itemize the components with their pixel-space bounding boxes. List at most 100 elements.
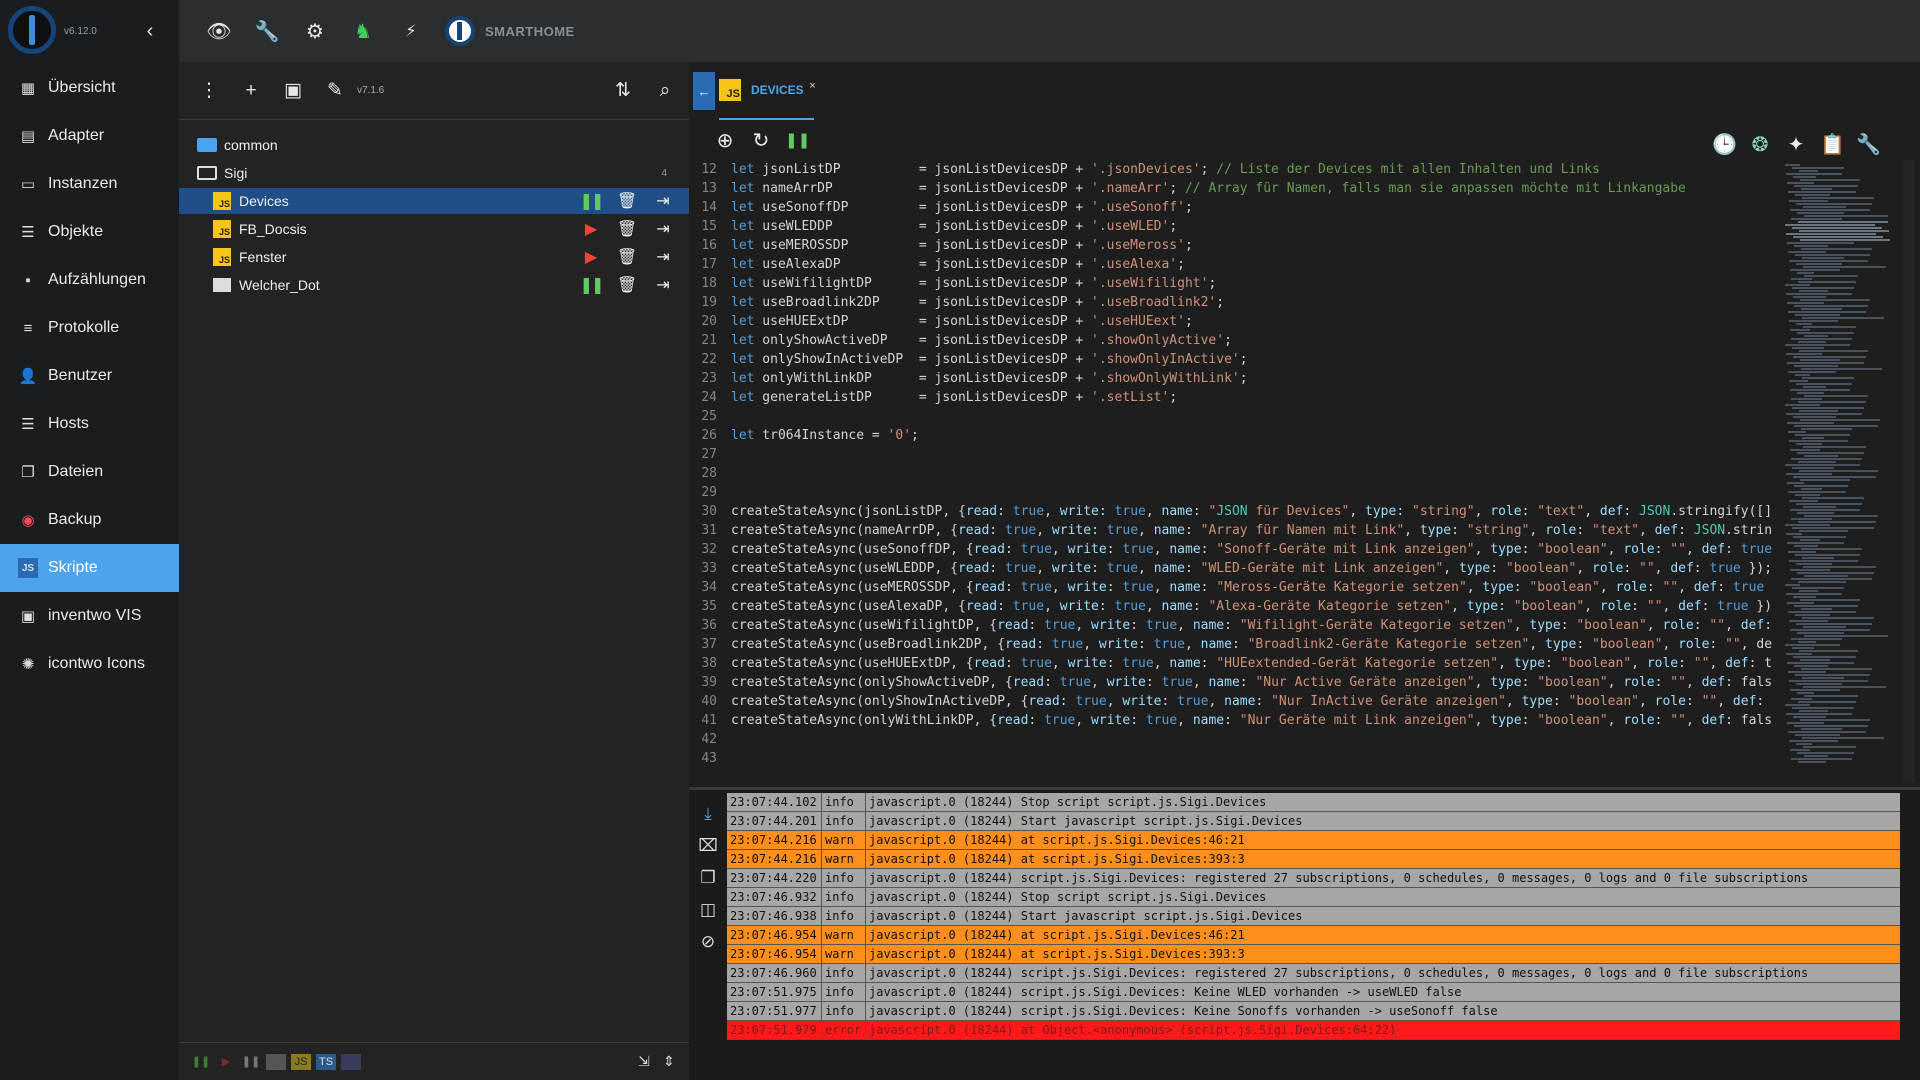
collapse-all-icon[interactable]: ⇲	[634, 1053, 654, 1070]
minimap-line	[1791, 578, 1872, 580]
folder-common[interactable]: common	[179, 132, 689, 158]
icons-icon: ✺	[21, 656, 35, 673]
script-item-fb_docsis[interactable]: JS FB_Docsis ▶ 🗑 ⇥	[179, 216, 689, 242]
sidebar-nav: ▦ Übersicht ▤ Adapter ▭ Instanzen ☰ Objekte ▪ Auf…	[0, 64, 179, 688]
clipboard-icon[interactable]: 📋	[1820, 132, 1845, 157]
delete-icon[interactable]: 🗑	[609, 219, 645, 239]
minimap-line	[1803, 266, 1886, 268]
export-icon[interactable]: ⇥	[645, 275, 681, 295]
line-number: 34	[701, 580, 717, 595]
play-icon[interactable]: ▶	[573, 219, 609, 239]
minimap-line	[1803, 386, 1826, 388]
scroll-down-icon[interactable]: ⤓	[689, 798, 727, 830]
sidebar-item-backup[interactable]: ◉ Backup	[0, 496, 179, 544]
search-icon[interactable]: ⌕	[653, 80, 677, 102]
filter-blockly-icon[interactable]	[266, 1053, 286, 1070]
wrench-icon[interactable]: 🔧	[253, 17, 281, 45]
code-line: 26 let tr064Instance = '0';	[689, 426, 1774, 445]
back-arrow-icon[interactable]: ←	[693, 72, 715, 110]
delete-icon[interactable]: 🗑	[609, 275, 645, 295]
expert-icon[interactable]: ⚡	[397, 17, 425, 45]
log-row: 23:07:44.220 info javascript.0 (18244) scr…	[727, 868, 1900, 888]
filter-rules-icon[interactable]	[341, 1053, 361, 1070]
folder-sigi[interactable]: Sigi 4	[179, 160, 689, 186]
editor-scrollbar[interactable]	[1903, 160, 1915, 782]
gear-icon[interactable]: ⚙	[301, 17, 329, 45]
sidebar-item-skripte[interactable]: JS Skripte	[0, 544, 179, 592]
sidebar-item-instanzen[interactable]: ▭ Instanzen	[0, 160, 179, 208]
log-time: 23:07:44.216	[727, 830, 822, 850]
pause-icon[interactable]: ❚❚	[785, 131, 810, 149]
minimap-line	[1797, 392, 1824, 394]
code-line: 41 createStateAsync(onlyWithLinkDP, {read…	[689, 711, 1774, 730]
columns-icon[interactable]: ◫	[689, 894, 727, 926]
delete-icon[interactable]: 🗑	[609, 191, 645, 211]
sidebar-item-hosts[interactable]: ☰ Hosts	[0, 400, 179, 448]
script-item-fenster[interactable]: JS Fenster ▶ 🗑 ⇥	[179, 244, 689, 270]
code-text: let useSonoffDP = jsonListDevicesDP + '.…	[731, 200, 1193, 215]
minimap-line	[1797, 512, 1834, 514]
sidebar-item-protokolle[interactable]: ≡ Protokolle	[0, 304, 179, 352]
pause-icon[interactable]: ❚❚	[573, 191, 609, 211]
filter-js-icon[interactable]: JS	[291, 1053, 311, 1070]
minimap-line	[1792, 347, 1824, 349]
minimap-line	[1798, 521, 1876, 523]
minimap-line	[1801, 728, 1842, 730]
delete-icon[interactable]: 🗑	[609, 247, 645, 267]
sidebar-item-inventwo-vis[interactable]: ▣ inventwo VIS	[0, 592, 179, 640]
line-number: 38	[701, 656, 717, 671]
sidebar-item-adapter[interactable]: ▤ Adapter	[0, 112, 179, 160]
sparkle-icon[interactable]: ✦	[1784, 132, 1808, 157]
minimap-line	[1800, 539, 1820, 541]
wrench-icon[interactable]: 🔧	[1856, 132, 1881, 157]
eye-icon[interactable]: 👁	[205, 17, 233, 45]
editor-tabbar: ← JS DEVICES ×	[689, 62, 1920, 120]
minimap-line	[1803, 506, 1836, 508]
line-number: 35	[701, 599, 717, 614]
export-icon[interactable]: ⇥	[645, 191, 681, 211]
add-script-icon[interactable]: +	[239, 80, 263, 102]
adapter-icon[interactable]: ♞	[349, 17, 377, 45]
minimap-line	[1787, 662, 1854, 664]
more-vert-icon[interactable]: ⋮	[197, 79, 221, 102]
sort-icon[interactable]: ⇅	[611, 79, 635, 102]
script-item-devices[interactable]: JS Devices ❚❚ 🗑 ⇥	[179, 188, 689, 214]
code-text: createStateAsync(useAlexaDP, {read: true…	[731, 599, 1773, 614]
clock-icon[interactable]: 🕒	[1712, 132, 1737, 157]
filter-running-icon[interactable]: ❚❚	[191, 1054, 211, 1070]
locate-icon[interactable]: ⊕	[713, 128, 737, 153]
play-icon[interactable]: ▶	[573, 247, 609, 267]
hide-icon[interactable]: ⊘	[689, 926, 727, 958]
pause-icon[interactable]: ❚❚	[573, 275, 609, 295]
expand-all-icon[interactable]: ⇕	[659, 1053, 679, 1070]
sidebar-item-aufzählungen[interactable]: ▪ Aufzählungen	[0, 256, 179, 304]
ai-icon[interactable]: ❂	[1748, 132, 1772, 157]
script-item-welcher_dot[interactable]: Welcher_Dot ❚❚ 🗑 ⇥	[179, 272, 689, 298]
sidebar-item-dateien[interactable]: ❐ Dateien	[0, 448, 179, 496]
sidebar-item-icontwo-icons[interactable]: ✺ icontwo Icons	[0, 640, 179, 688]
restart-icon[interactable]: ↻	[749, 128, 773, 153]
sidebar-item-übersicht[interactable]: ▦ Übersicht	[0, 64, 179, 112]
clear-log-icon[interactable]: ⌧	[689, 830, 727, 862]
minimap-line	[1794, 485, 1848, 487]
close-icon[interactable]: ×	[809, 80, 815, 92]
export-icon[interactable]: ⇥	[645, 247, 681, 267]
minimap-line	[1797, 332, 1854, 334]
filter-ts-icon[interactable]: TS	[316, 1053, 336, 1070]
export-icon[interactable]: ⇥	[645, 219, 681, 239]
code-editor[interactable]: 12 let jsonListDP = jsonListDevicesDP + '…	[689, 160, 1774, 782]
sidebar-item-benutzer[interactable]: 👤 Benutzer	[0, 352, 179, 400]
sidebar-item-objekte[interactable]: ☰ Objekte	[0, 208, 179, 256]
add-folder-icon[interactable]: ▣	[281, 79, 305, 102]
collapse-sidebar-button[interactable]: ‹	[140, 20, 160, 43]
filter-stopped-icon[interactable]: ▶	[216, 1054, 236, 1070]
code-minimap[interactable]	[1779, 160, 1899, 782]
code-line: 14 let useSonoffDP = jsonListDevicesDP + …	[689, 198, 1774, 217]
sidebar-item-label: inventwo VIS	[48, 607, 142, 624]
tab-devices[interactable]: JS DEVICES ×	[719, 62, 816, 120]
iobroker-logo[interactable]	[8, 6, 56, 54]
edit-icon[interactable]: ✎	[323, 79, 347, 102]
copy-icon[interactable]: ❐	[689, 862, 727, 894]
filter-pause-icon[interactable]: ❚❚	[241, 1054, 261, 1070]
js-file-icon: JS	[213, 220, 231, 238]
